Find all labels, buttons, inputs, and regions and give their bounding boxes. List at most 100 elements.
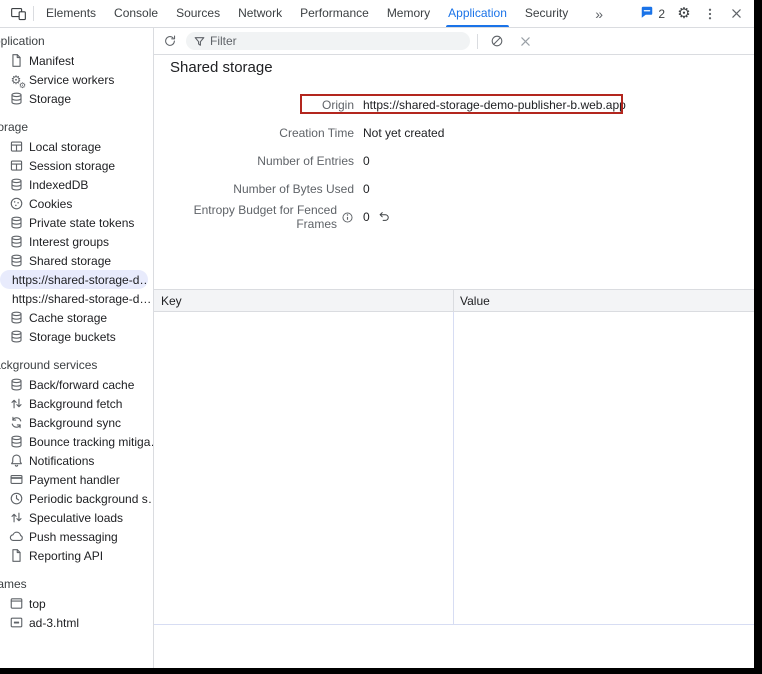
issues-button[interactable]: 2 <box>635 5 670 22</box>
sidebar-item-label: top <box>29 597 46 611</box>
tabbar-right-controls: 2 ⚙ <box>635 2 762 26</box>
sidebar-item[interactable]: https://shared-storage-d… <box>0 289 153 308</box>
sidebar-item[interactable]: Storage buckets <box>0 327 153 346</box>
sidebar-item-label: Manifest <box>29 54 74 68</box>
sidebar-item[interactable]: Local storage <box>0 137 153 156</box>
table-header-value[interactable]: Value <box>454 290 762 311</box>
sidebar-item[interactable]: Cache storage <box>0 308 153 327</box>
service-worker-icon: ⚙⚙ <box>8 72 24 88</box>
devtools-tab[interactable]: Memory <box>378 0 439 27</box>
panel-toolbar <box>154 28 762 55</box>
sidebar-item[interactable]: Push messaging <box>0 527 153 546</box>
filter-funnel-icon <box>194 36 205 47</box>
sidebar-item-label: Push messaging <box>29 530 118 544</box>
field-value: 0 <box>363 182 370 196</box>
sidebar-item-label: Local storage <box>29 140 101 154</box>
tab-label: Memory <box>387 6 430 20</box>
tab-label: Sources <box>176 6 220 20</box>
settings-gear-icon[interactable]: ⚙ <box>672 2 696 26</box>
sidebar-item[interactable]: ⚙⚙ Service workers <box>0 70 153 89</box>
refresh-icon[interactable] <box>158 29 182 53</box>
tab-label: Application <box>448 6 507 20</box>
filter-input[interactable] <box>210 34 462 48</box>
tab-label: Console <box>114 6 158 20</box>
sidebar-item-label: Storage <box>29 92 71 106</box>
sidebar-item-label: Cookies <box>29 197 72 211</box>
info-icon[interactable] <box>341 211 354 224</box>
sidebar-item-label: Notifications <box>29 454 94 468</box>
devtools-tab[interactable]: Application <box>439 0 516 27</box>
tab-label: Network <box>238 6 282 20</box>
sidebar-item-label: Payment handler <box>29 473 120 487</box>
field-value: Not yet created <box>363 126 444 140</box>
toggle-device-toolbar-icon[interactable] <box>6 2 30 26</box>
reset-budget-icon[interactable] <box>378 210 392 224</box>
sidebar-item-label: Shared storage <box>29 254 111 268</box>
sidebar-item[interactable]: Private state tokens <box>0 213 153 232</box>
table-key-column <box>154 312 454 624</box>
sidebar-item[interactable]: Manifest <box>0 51 153 70</box>
devtools-tab[interactable]: Network <box>229 0 291 27</box>
more-tabs-icon[interactable]: » <box>587 1 611 27</box>
sync-icon <box>8 415 24 431</box>
file-icon <box>8 53 24 69</box>
tab-label: Security <box>525 6 568 20</box>
sidebar-item[interactable]: https://shared-storage-d… <box>0 270 148 289</box>
sidebar-item[interactable]: Bounce tracking mitiga… <box>0 432 153 451</box>
sidebar-item[interactable]: IndexedDB <box>0 175 153 194</box>
sidebar-item-label: IndexedDB <box>29 178 88 192</box>
bell-icon <box>8 453 24 469</box>
sidebar-item-label: Speculative loads <box>29 511 123 525</box>
sidebar-item[interactable]: Interest groups <box>0 232 153 251</box>
sidebar-item-label: Periodic background s… <box>29 492 153 506</box>
sidebar-item-label: Cache storage <box>29 311 107 325</box>
sidebar-item[interactable]: Notifications <box>0 451 153 470</box>
devtools-tab[interactable]: Console <box>105 0 167 27</box>
sidebar-item[interactable]: top <box>0 594 153 613</box>
sidebar-item[interactable]: Payment handler <box>0 470 153 489</box>
table-header-key[interactable]: Key <box>154 290 454 311</box>
page-title: Shared storage <box>170 59 762 77</box>
toolbar-divider <box>477 34 478 49</box>
arrows-updown-icon <box>8 510 24 526</box>
devtools-tab[interactable]: Sources <box>167 0 229 27</box>
cloud-icon <box>8 529 24 545</box>
clear-all-icon[interactable] <box>485 29 509 53</box>
sidebar-item[interactable]: Background sync <box>0 413 153 432</box>
sidebar-item-label: Background sync <box>29 416 121 430</box>
card-icon <box>8 472 24 488</box>
sidebar-item[interactable]: Background fetch <box>0 394 153 413</box>
arrows-updown-icon <box>8 396 24 412</box>
sidebar-item[interactable]: Shared storage <box>0 251 153 270</box>
sidebar-item[interactable]: Session storage <box>0 156 153 175</box>
sidebar-item[interactable]: Back/forward cache <box>0 375 153 394</box>
kebab-menu-icon[interactable] <box>698 2 722 26</box>
table-icon <box>8 158 24 174</box>
field-value: https://shared-storage-demo-publisher-b.… <box>363 98 626 112</box>
file-icon <box>8 548 24 564</box>
sidebar-item[interactable]: Periodic background s… <box>0 489 153 508</box>
window-edge-right <box>754 0 762 674</box>
sidebar-section: Frames top ad-3.html <box>0 575 153 632</box>
close-devtools-icon[interactable] <box>724 2 748 26</box>
cookie-icon <box>8 196 24 212</box>
field-label: Creation Time <box>279 126 354 140</box>
devtools-tab[interactable]: Elements <box>37 0 105 27</box>
issues-count: 2 <box>658 7 665 21</box>
field-label: Number of Entries <box>257 154 354 168</box>
devtools-tab[interactable]: Performance <box>291 0 378 27</box>
sidebar-item[interactable]: Speculative loads <box>0 508 153 527</box>
sidebar-item[interactable]: Reporting API <box>0 546 153 565</box>
sidebar-item[interactable]: Cookies <box>0 194 153 213</box>
key-value-table: Key Value <box>154 289 762 625</box>
devtools-tab[interactable]: Security <box>516 0 577 27</box>
iframe-icon <box>8 615 24 631</box>
delete-selected-icon[interactable] <box>513 29 537 53</box>
report-field: Origin https://shared-storage-demo-publi… <box>154 91 762 119</box>
frame-icon <box>8 596 24 612</box>
sidebar-item[interactable]: ad-3.html <box>0 613 153 632</box>
sidebar-item-label: Back/forward cache <box>29 378 134 392</box>
field-label: Origin <box>322 98 354 112</box>
sidebar-item[interactable]: Storage <box>0 89 153 108</box>
sidebar-section-title: Storage <box>0 118 153 136</box>
